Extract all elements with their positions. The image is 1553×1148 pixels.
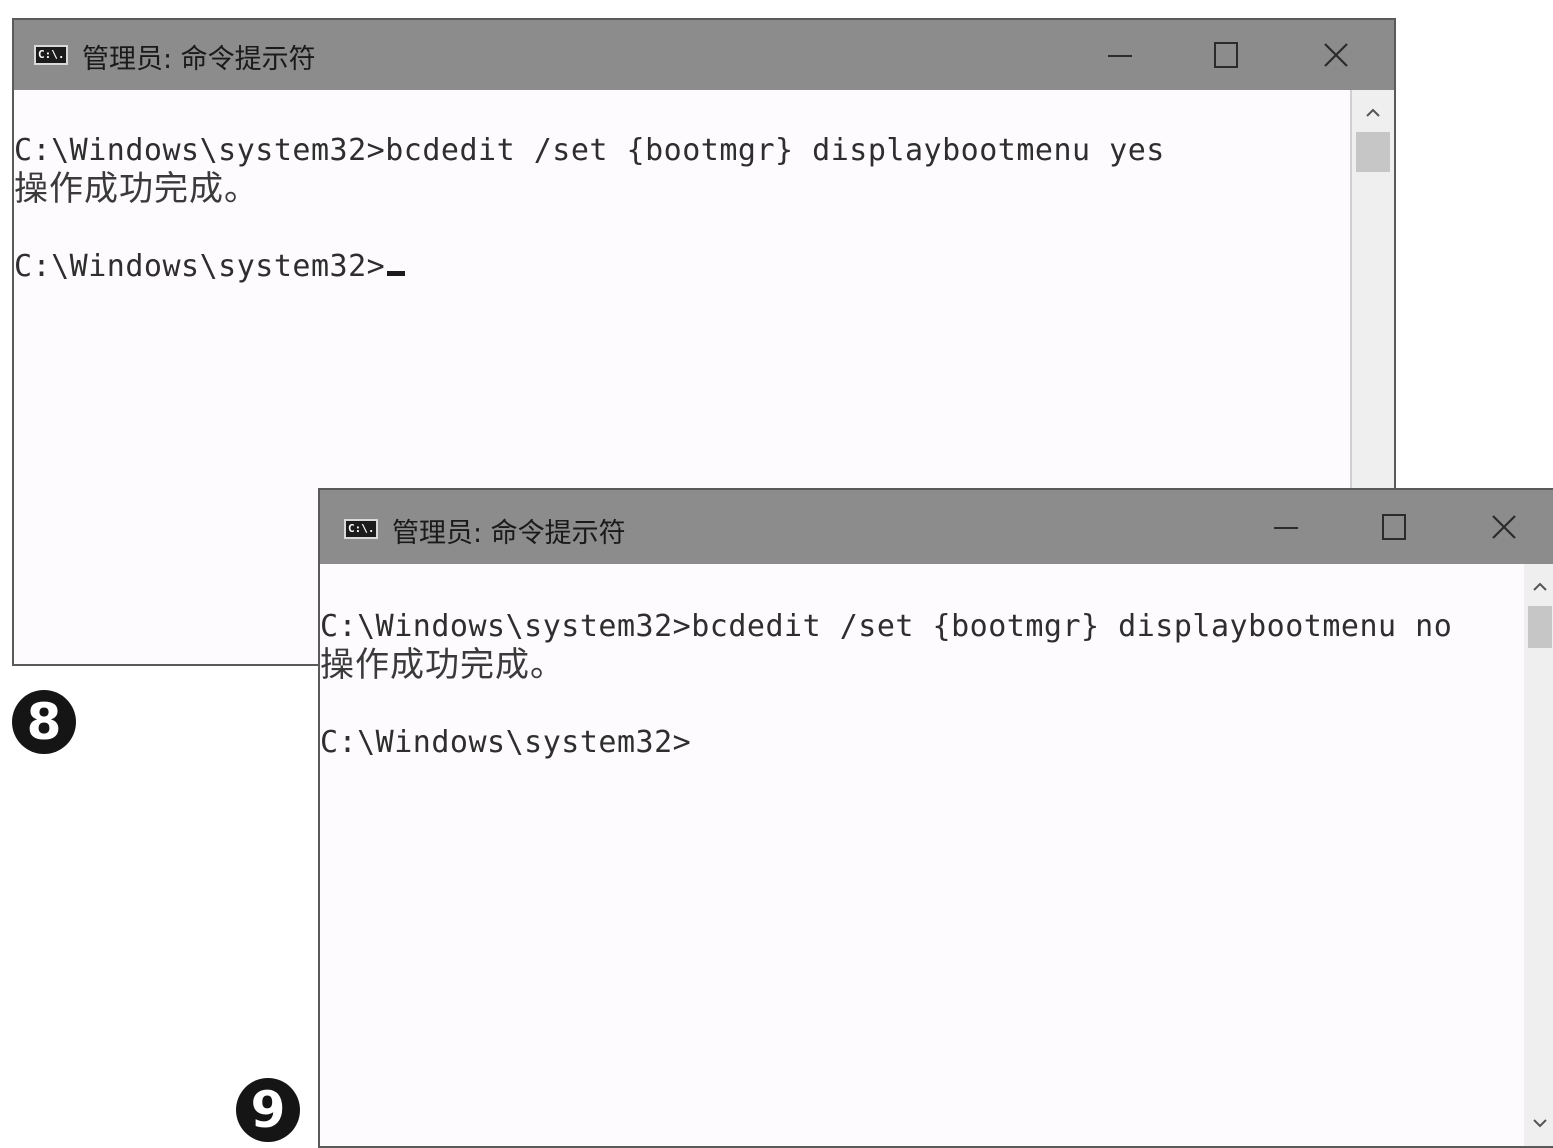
- minimize-icon: [1274, 527, 1298, 529]
- minimize-button[interactable]: [1256, 503, 1316, 551]
- scroll-thumb[interactable]: [1356, 132, 1390, 172]
- step-badge-8: 8: [12, 690, 76, 754]
- close-icon: [1324, 43, 1348, 67]
- maximize-button[interactable]: [1364, 503, 1424, 551]
- title-bar[interactable]: C:\. 管理员: 命令提示符: [14, 20, 1394, 90]
- scroll-up-button[interactable]: [1524, 572, 1553, 602]
- minimize-button[interactable]: [1090, 31, 1150, 79]
- maximize-button[interactable]: [1196, 31, 1256, 79]
- close-button[interactable]: [1474, 503, 1534, 551]
- prompt-text: C:\Windows\system32>: [14, 249, 386, 284]
- console-line-prompt: C:\Windows\system32>: [14, 248, 406, 286]
- console-line-command: C:\Windows\system32>bcdedit /set {bootmg…: [14, 133, 1165, 168]
- scroll-thumb[interactable]: [1528, 606, 1552, 648]
- console-line-result: 操作成功完成。: [14, 169, 259, 209]
- console-output[interactable]: C:\Windows\system32>bcdedit /set {bootmg…: [320, 564, 1522, 1146]
- window-title: 管理员: 命令提示符: [82, 44, 316, 75]
- close-icon: [1492, 515, 1516, 539]
- window-title: 管理员: 命令提示符: [392, 518, 626, 549]
- scroll-up-button[interactable]: [1352, 98, 1394, 128]
- title-bar[interactable]: C:\. 管理员: 命令提示符: [320, 490, 1553, 564]
- vertical-scrollbar[interactable]: [1524, 564, 1553, 1146]
- scroll-down-button[interactable]: [1524, 1108, 1553, 1138]
- chevron-up-icon: [1533, 582, 1547, 591]
- chevron-down-icon: [1533, 1119, 1547, 1128]
- console-line-result: 操作成功完成。: [320, 645, 565, 685]
- step-badge-9: 9: [236, 1078, 300, 1142]
- console-line-command: C:\Windows\system32>bcdedit /set {bootmg…: [320, 609, 1453, 644]
- maximize-icon: [1214, 42, 1238, 68]
- cmd-window-2: C:\. 管理员: 命令提示符 C:\Windows\system32>bcde…: [318, 488, 1553, 1148]
- console-line-prompt: C:\Windows\system32>: [320, 725, 692, 760]
- minimize-icon: [1108, 55, 1132, 57]
- cmd-icon: C:\.: [34, 45, 68, 65]
- text-cursor: [387, 271, 406, 276]
- cmd-icon: C:\.: [344, 519, 378, 539]
- maximize-icon: [1382, 514, 1406, 540]
- close-button[interactable]: [1306, 31, 1366, 79]
- chevron-up-icon: [1366, 108, 1380, 117]
